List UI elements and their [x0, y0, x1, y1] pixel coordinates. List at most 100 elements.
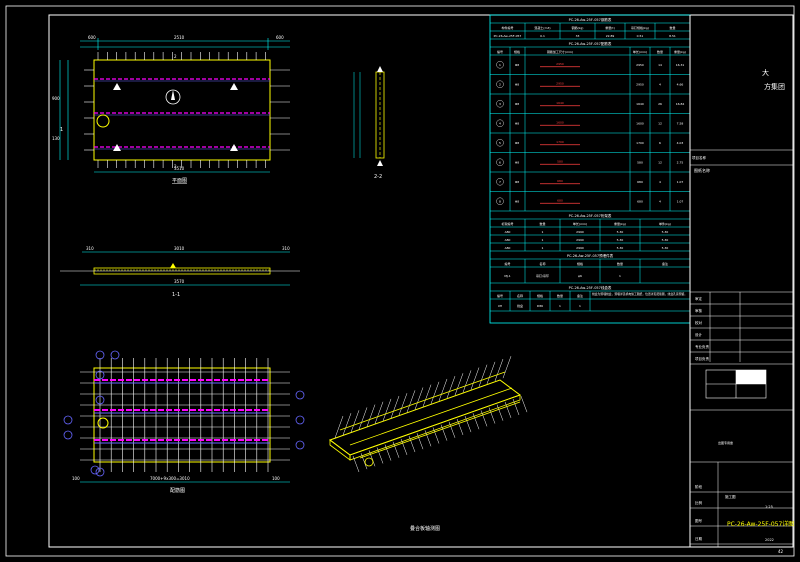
table-cell: 数量: [557, 293, 563, 298]
table-cell: 1: [542, 246, 544, 250]
inner-frame: [48, 14, 794, 548]
rebar-dim-right: 100: [272, 476, 280, 481]
table-cell: 22.89: [606, 34, 615, 38]
table-cell: 5.30: [662, 246, 669, 250]
table-cell: 钢筋加工尺寸(mm): [547, 49, 573, 54]
table-cell: 4: [659, 199, 661, 203]
dim-left-1: 900: [52, 96, 60, 101]
svg-text:1: 1: [60, 127, 63, 133]
table-cell: 混凝土(m3): [534, 25, 550, 30]
table-cell: 8: [499, 199, 501, 203]
table-cell: 5: [499, 141, 501, 145]
table-cell: 5.30: [617, 238, 624, 242]
table-cell: 6: [499, 160, 501, 164]
table-cell: MJ-1: [504, 274, 510, 278]
section-2-2-view: 2-2: [353, 66, 385, 180]
table-cell: 2950: [556, 81, 564, 85]
rebar-plan-label: 配筋图: [170, 487, 185, 494]
table-cell: 12: [658, 121, 662, 125]
title-block-label: 审核: [695, 308, 703, 313]
page-number: 42: [778, 549, 784, 554]
table-cell: 2990: [576, 246, 584, 250]
table-cell: Φ8: [515, 102, 519, 106]
table-cell: 重量(kg): [614, 221, 626, 226]
dim-top-mid: 2510: [174, 35, 185, 40]
table-cell: 580: [637, 160, 643, 164]
drawing-label: 图纸名称: [694, 167, 710, 173]
rebar-tag-icon: [295, 415, 305, 425]
table-cell: 吊钉/吊环: [536, 273, 549, 278]
table-note: 线盒为预埋线盒，预埋详见机电施工图纸，位置详见配筋图，线盒孔需预留。: [592, 292, 687, 296]
table-cell: 0.1: [540, 34, 545, 38]
table-cell: 2990: [576, 230, 584, 234]
section-1-1-label: 1-1: [172, 292, 180, 298]
table-cell: 数量: [539, 221, 545, 226]
table-cell: 33: [576, 34, 580, 38]
table-cell: 5.30: [617, 246, 624, 250]
table-cell: 1.07: [677, 180, 684, 184]
table-cell: 名称: [539, 261, 545, 266]
table-cell: Φ8: [515, 180, 519, 184]
date-value: 2022: [765, 538, 774, 542]
table-cell: 4: [499, 121, 501, 125]
table-cell: 重量(kg): [674, 49, 686, 54]
section-2-2-label: 2-2: [374, 174, 382, 180]
table-cell: 编号: [497, 49, 503, 54]
table-cell: 钢筋(kg): [572, 25, 584, 30]
stage-value: 施工图: [725, 494, 736, 499]
table-title: PC-26-Aw-25F-057钢筋表: [569, 17, 612, 22]
drawing-number: PC-26-Aw-25F-057详图: [727, 520, 794, 528]
table-cell: 单长(mm): [633, 49, 647, 54]
table-cell: 5.30: [662, 230, 669, 234]
table-cell: D86: [537, 304, 543, 308]
seal-label: 出图专用章: [718, 440, 733, 445]
table-cell: 680: [557, 198, 563, 202]
title-block-label: 图号: [695, 518, 703, 523]
company-name: 大方集团: [762, 68, 785, 91]
table-cell: 1: [619, 274, 621, 278]
table-title: PC-26-Aw-25F-057桁架表: [569, 213, 612, 218]
lifting-point-icon: [113, 83, 121, 90]
sec-dim-mid: 3010: [174, 246, 185, 251]
table-cell: Φ8: [515, 63, 519, 67]
table-cell: 4.03: [677, 141, 684, 145]
table-cell: 编号: [497, 293, 503, 298]
rebar-dim-mid: 7000+9x300=3010: [150, 476, 190, 481]
table-cell: 2.75: [677, 160, 684, 164]
table-cell: 1: [499, 63, 501, 67]
table-cell: 7.58: [677, 121, 684, 125]
table-cell: Φ8: [515, 160, 519, 164]
rebar-tag-icon: [295, 390, 305, 400]
table-cell: 1: [559, 304, 561, 308]
table-cell: 1: [542, 230, 544, 234]
table-cell: 数量: [617, 261, 623, 266]
table-cell: 1: [579, 304, 581, 308]
table-cell: 备注: [577, 293, 583, 298]
table-cell: 编号: [504, 261, 510, 266]
table-cell: 规格: [514, 49, 520, 54]
dim-left-2: 130: [52, 136, 60, 141]
table-cell: 7: [499, 180, 501, 184]
table-cell: 备注: [662, 261, 668, 266]
title-block-label: 审定: [695, 296, 703, 301]
table-cell: φ6: [578, 274, 582, 278]
table-cell: 6: [659, 141, 661, 145]
rebar-tag-icon: [95, 350, 105, 360]
table-cell: 4: [659, 180, 661, 184]
table-cell: 吊钉规格(kg): [631, 25, 649, 30]
table-cell: 规格: [537, 293, 543, 298]
table-title: PC-26-Aw-25F-057配筋表: [569, 41, 612, 46]
table-cell: 重量(t): [605, 25, 615, 30]
table-cell: A80: [505, 238, 511, 242]
table-cell: 1600: [556, 120, 564, 124]
table-cell: XH: [498, 304, 502, 308]
table-cell: 14: [658, 63, 662, 67]
rebar-schedule-tables: PC-26-Aw-25F-057钢筋表构件编号 混凝土(m3) 钢筋(kg) 重量(t…: [489, 14, 691, 324]
table-cell: 16.31: [676, 63, 685, 67]
title-block-label: 项目负责: [695, 356, 709, 361]
table-cell: 680: [637, 180, 643, 184]
table-cell: Φ8: [515, 121, 519, 125]
table-cell: 680: [637, 199, 643, 203]
table-cell: 4: [659, 82, 661, 86]
table-cell: 2950: [556, 62, 564, 66]
